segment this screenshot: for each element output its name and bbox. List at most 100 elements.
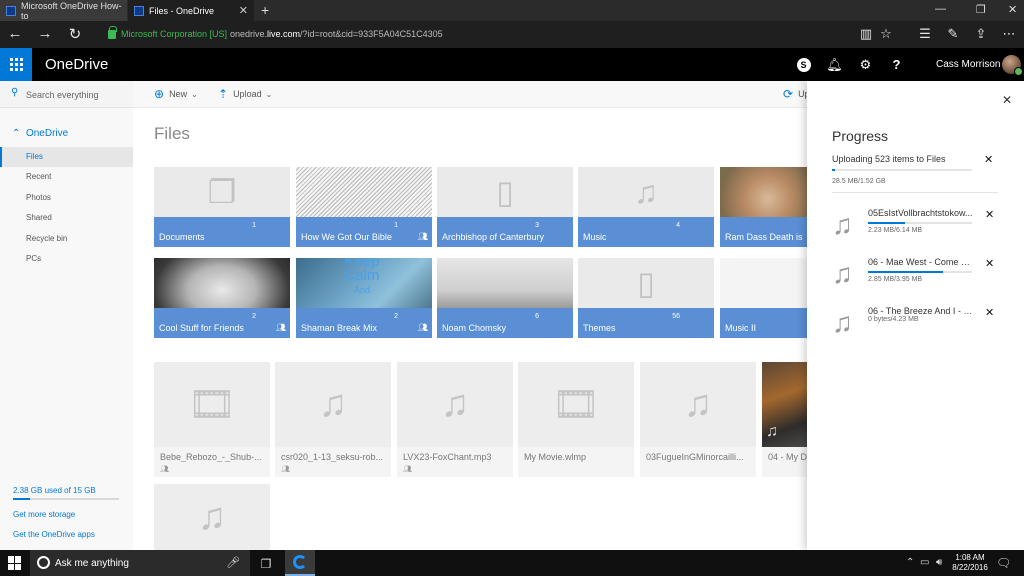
panel-close-icon[interactable]: ✕ xyxy=(1002,93,1012,107)
browser-tab-howto[interactable]: Microsoft OneDrive How-to xyxy=(0,0,127,21)
file-tile[interactable]: ♫ LVX23-FoxChant.mp3 👥︎ xyxy=(397,362,513,477)
forward-icon[interactable]: → xyxy=(35,25,55,42)
edge-taskbar-button[interactable] xyxy=(285,550,315,576)
chevron-up-icon: ⌃ xyxy=(12,128,21,139)
browser-tab-strip: Microsoft OneDrive How-to Files - OneDri… xyxy=(0,0,1024,21)
onedrive-favicon-icon xyxy=(134,5,144,16)
taskbar: Ask me anything 🎤︎ ❐ ⌃ ▭ 🔊︎ 1:08 AM 8/22… xyxy=(0,550,1024,576)
cortana-search[interactable]: Ask me anything 🎤︎ xyxy=(30,550,250,576)
sync-icon: ⟳ xyxy=(783,87,794,101)
skype-button[interactable]: S xyxy=(788,48,819,81)
task-view-icon[interactable]: ❐ xyxy=(251,554,281,574)
taskbar-clock[interactable]: 1:08 AM 8/22/2016 xyxy=(950,553,990,573)
sidebar-item-pcs[interactable]: PCs xyxy=(0,249,133,269)
microphone-icon[interactable]: 🎤︎ xyxy=(226,556,240,569)
file-tile[interactable]: ♫ 04 - My D xyxy=(762,362,807,477)
onedrive-header: OneDrive S 🔔︎ ⚙ ? Cass Morrison xyxy=(0,48,1024,81)
share-icon[interactable]: ⇪ xyxy=(972,26,990,42)
cancel-all-icon[interactable]: ✕ xyxy=(984,153,993,166)
sidebar-item-files[interactable]: Files xyxy=(0,147,133,167)
favorite-star-icon[interactable]: ☆ xyxy=(877,26,895,42)
tray-chevron-icon[interactable]: ⌃ xyxy=(906,557,914,568)
folder-tile[interactable]: Keep Calm And 2 Shaman Break Mix 👥︎ xyxy=(296,258,432,338)
get-more-storage-link[interactable]: Get more storage xyxy=(13,510,75,519)
sidebar-item-recycle-bin[interactable]: Recycle bin xyxy=(0,229,133,249)
brand-title[interactable]: OneDrive xyxy=(45,56,108,73)
app-launcher-icon[interactable] xyxy=(0,48,32,81)
cancel-upload-icon[interactable]: ✕ xyxy=(985,208,994,221)
tab-title: Files - OneDrive xyxy=(149,5,215,16)
browser-tab-files[interactable]: Files - OneDrive ✕ xyxy=(128,0,254,21)
folder-tile[interactable]: ▯ 56 Themes xyxy=(578,258,714,338)
url-field[interactable]: onedrive.live.com/?id=root&cid=933F5A04C… xyxy=(230,29,443,39)
file-tile[interactable]: 🎞︎ My Movie.wlmp xyxy=(518,362,634,477)
file-tile[interactable]: ♫ csr020_1-13_seksu-rob... 👥︎ xyxy=(275,362,391,477)
web-note-icon[interactable]: ✎ xyxy=(944,26,962,42)
get-apps-link[interactable]: Get the OneDrive apps xyxy=(13,530,95,539)
folder-name: Cool Stuff for Friends xyxy=(159,323,244,333)
folder-tile[interactable]: 2 Cool Stuff for Friends 👥︎ xyxy=(154,258,290,338)
sidebar-root-onedrive[interactable]: ⌃ OneDrive xyxy=(12,128,68,139)
upload-icon: ⇡ xyxy=(218,87,229,101)
cancel-upload-icon[interactable]: ✕ xyxy=(985,257,994,270)
user-name[interactable]: Cass Morrison xyxy=(936,59,1000,70)
sidebar-item-photos[interactable]: Photos xyxy=(0,188,133,208)
upload-size: 0 bytes/4.23 MB xyxy=(868,316,919,323)
music-note-icon: ♫ xyxy=(832,258,853,289)
page-title: Files xyxy=(154,124,190,143)
keep-calm-overlay: Keep Calm And xyxy=(344,258,380,295)
music-note-icon: ♫ xyxy=(832,307,853,338)
file-name: 04 - My D xyxy=(768,452,808,462)
notifications-button[interactable]: 🔔︎ xyxy=(819,48,850,81)
upload-status-button[interactable]: ⟳ Up xyxy=(783,87,810,101)
document-icon: ▯ xyxy=(637,265,655,301)
refresh-icon[interactable]: ↻ xyxy=(65,25,85,43)
sidebar-item-shared[interactable]: Shared xyxy=(0,208,133,228)
storage-usage[interactable]: 2.38 GB used of 15 GB xyxy=(13,486,96,495)
minimize-icon[interactable]: — xyxy=(935,3,946,15)
upload-button[interactable]: ⇡ Upload ⌄ xyxy=(218,87,272,101)
certificate-name[interactable]: Microsoft Corporation [US] xyxy=(121,29,227,39)
network-icon[interactable]: ▭ xyxy=(920,557,929,568)
folder-name: How We Got Our Bible xyxy=(301,232,392,242)
shared-people-icon: 👥︎ xyxy=(160,466,169,473)
tab-close-icon[interactable]: ✕ xyxy=(239,4,248,17)
cortana-input[interactable]: Ask me anything xyxy=(55,558,129,569)
plus-circle-icon: ⊕ xyxy=(154,87,165,101)
restore-icon[interactable]: ❐ xyxy=(976,3,986,16)
volume-icon[interactable]: 🔊︎ xyxy=(936,557,942,568)
sidebar-item-recent[interactable]: Recent xyxy=(0,167,133,187)
cancel-upload-icon[interactable]: ✕ xyxy=(985,306,994,319)
shared-people-icon: 👥︎ xyxy=(417,232,428,241)
folder-tile[interactable]: Music II xyxy=(720,258,807,338)
summary-progress-bar xyxy=(832,169,972,171)
help-button[interactable]: ? xyxy=(881,48,912,81)
reading-view-icon[interactable]: ▥ xyxy=(857,26,875,42)
folder-tile[interactable]: ▯ 3 Archbishop of Canterbury xyxy=(437,167,573,247)
back-icon[interactable]: ← xyxy=(5,25,25,42)
folder-tile[interactable]: 6 Noam Chomsky xyxy=(437,258,573,338)
new-tab-icon[interactable]: + xyxy=(261,2,269,18)
folder-tile[interactable]: Ram Dass Death is xyxy=(720,167,807,247)
window-close-icon[interactable]: ✕ xyxy=(1008,3,1017,16)
item-count: 1 xyxy=(252,222,256,229)
search-box[interactable]: ⚲ Search everything xyxy=(0,81,133,108)
file-tile[interactable]: ♫ 03FugueInGMinorcailli... xyxy=(640,362,756,477)
search-input[interactable]: Search everything xyxy=(26,90,99,100)
new-button[interactable]: ⊕ New ⌄ xyxy=(154,87,198,101)
file-tile[interactable]: ♫ xyxy=(154,484,270,550)
upload-item: ♫ 06 - Mae West - Come U... 2.85 MB/3.95… xyxy=(832,257,1002,297)
windows-start-icon[interactable] xyxy=(8,556,22,570)
search-icon: ⚲ xyxy=(11,87,19,98)
more-icon[interactable]: ⋯ xyxy=(1000,26,1018,42)
file-tile[interactable]: 🎞︎ Bebe_Rebozo_-_Shub-... 👥︎ xyxy=(154,362,270,477)
folder-tile[interactable]: 1 How We Got Our Bible 👥︎ xyxy=(296,167,432,247)
folder-tile[interactable]: ♫ 4 Music xyxy=(578,167,714,247)
settings-button[interactable]: ⚙ xyxy=(850,48,881,81)
folder-tile[interactable]: ❐ 1 Documents xyxy=(154,167,290,247)
upload-file-name: 06 - Mae West - Come U... xyxy=(868,257,973,267)
hub-icon[interactable]: ☰ xyxy=(916,26,934,42)
action-center-icon[interactable]: 🗨︎ xyxy=(996,556,1011,570)
avatar[interactable] xyxy=(1002,55,1023,76)
summary-size: 28.5 MB/1.52 GB xyxy=(832,178,886,185)
